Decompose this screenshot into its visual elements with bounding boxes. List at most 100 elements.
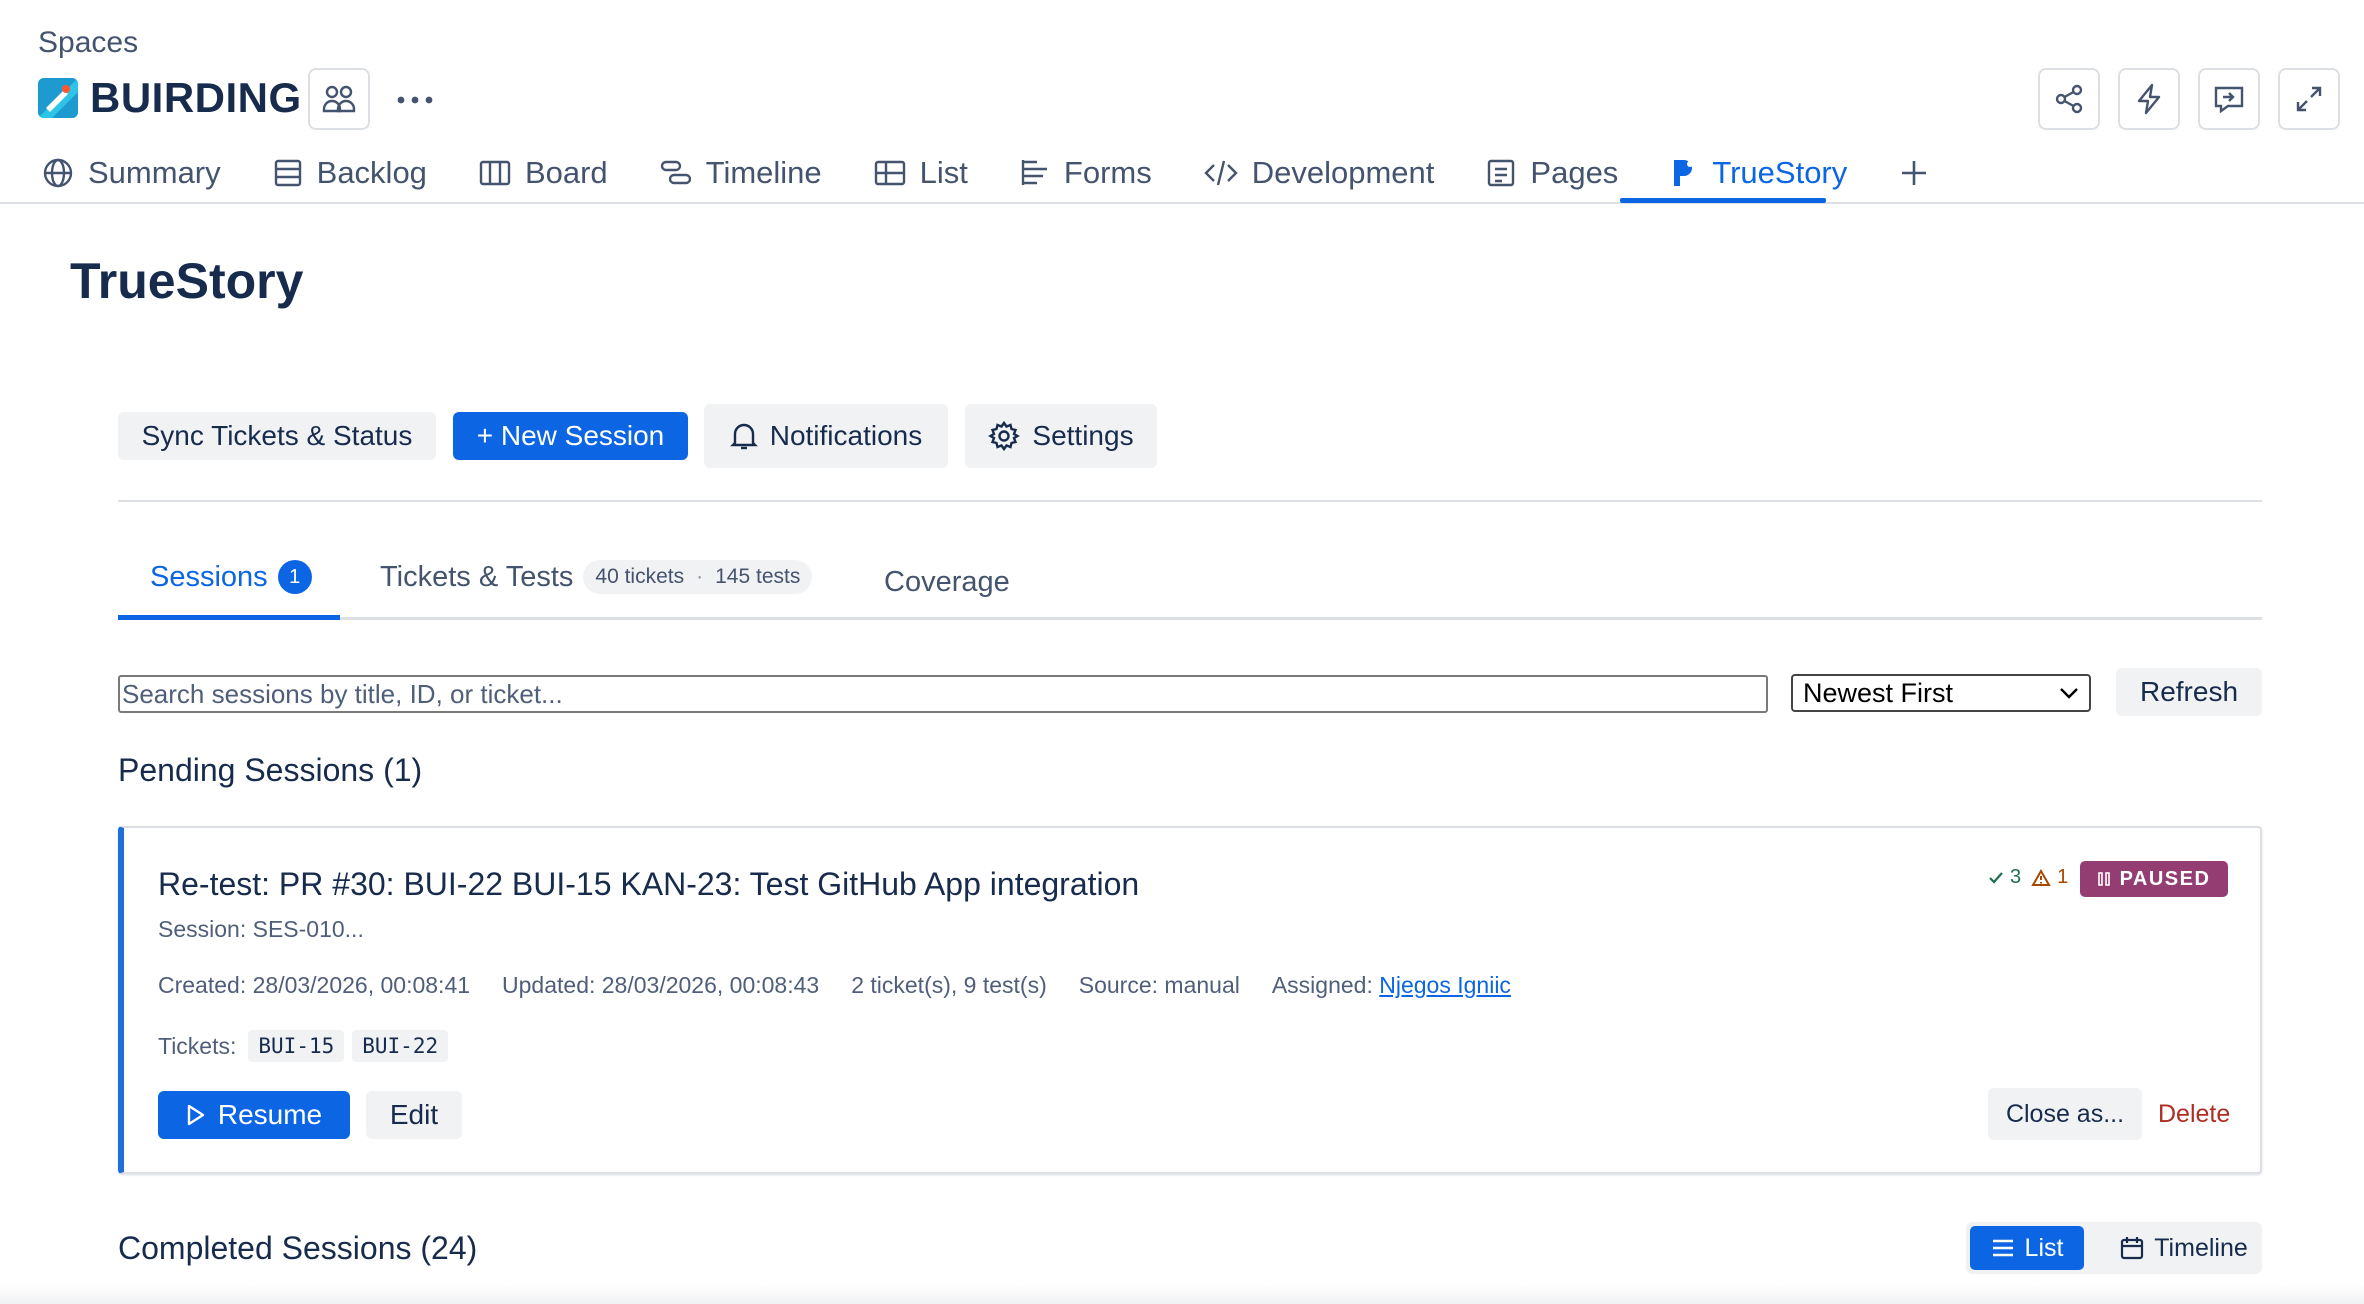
- team-button[interactable]: [308, 68, 370, 130]
- edit-button[interactable]: Edit: [366, 1091, 462, 1139]
- active-subtab-indicator: [118, 615, 340, 620]
- nav-tab-summary[interactable]: Summary: [38, 148, 225, 198]
- bell-icon: [729, 423, 758, 450]
- ticket-chip[interactable]: BUI-15: [248, 1030, 345, 1062]
- nav-tab-label: Pages: [1530, 155, 1619, 190]
- session-source: Source: manual: [1078, 972, 1240, 998]
- sessions-count-badge: 1: [277, 560, 312, 594]
- resume-button[interactable]: Resume: [158, 1091, 350, 1139]
- sync-tickets-button[interactable]: Sync Tickets & Status: [118, 412, 436, 460]
- session-meta: Created: 28/03/2026, 00:08:41 Updated: 2…: [158, 972, 1511, 999]
- expand-icon: [2296, 86, 2322, 112]
- nav-tab-label: Backlog: [316, 155, 427, 190]
- people-icon: [322, 85, 356, 113]
- passed-count: 3: [2010, 866, 2022, 888]
- check-icon: [1989, 871, 2003, 884]
- ticket-test-counts: 2 ticket(s), 9 test(s): [851, 972, 1047, 998]
- list-lines-icon: [1992, 1239, 2013, 1257]
- forms-icon: [1021, 160, 1047, 185]
- tab-coverage[interactable]: Coverage: [884, 566, 1010, 599]
- chevron-down-icon: [2060, 688, 2078, 699]
- play-icon: [187, 1104, 205, 1126]
- sort-selected-value: Newest First: [1803, 677, 1954, 708]
- nav-tab-label: Forms: [1063, 155, 1152, 190]
- completed-sessions-heading: Completed Sessions (24): [118, 1230, 478, 1266]
- feedback-icon: [2214, 86, 2244, 114]
- tab-sessions[interactable]: Sessions 1: [150, 560, 312, 594]
- project-name[interactable]: BUIRDING: [90, 74, 302, 122]
- toolbar-divider: [118, 500, 2262, 502]
- more-actions-button[interactable]: [392, 80, 438, 120]
- view-list-button[interactable]: List: [1970, 1226, 2084, 1270]
- nav-tab-backlog[interactable]: Backlog: [269, 148, 431, 198]
- nav-tab-pages[interactable]: Pages: [1482, 148, 1622, 198]
- view-timeline-label: Timeline: [2154, 1233, 2248, 1262]
- fullscreen-button[interactable]: [2278, 68, 2340, 130]
- search-input[interactable]: [118, 675, 1768, 713]
- new-session-button[interactable]: + New Session: [453, 412, 688, 460]
- nav-tab-development[interactable]: Development: [1200, 148, 1439, 198]
- session-stats: 3 1: [1988, 866, 2068, 889]
- nav-tab-label: Board: [524, 155, 608, 190]
- page-title: TrueStory: [70, 253, 304, 309]
- nav-tab-label: Development: [1251, 155, 1435, 190]
- session-title[interactable]: Re-test: PR #30: BUI-22 BUI-15 KAN-23: T…: [158, 866, 1139, 903]
- warning-count: 1: [2057, 866, 2069, 888]
- view-list-label: List: [2024, 1233, 2064, 1262]
- pending-sessions-heading: Pending Sessions (1): [118, 752, 423, 788]
- nav-tab-board[interactable]: Board: [475, 148, 612, 198]
- session-tickets: Tickets: BUI-15 BUI-22: [158, 1030, 449, 1062]
- tabs-divider: [118, 617, 2262, 620]
- nav-tab-label: List: [919, 155, 968, 190]
- tab-tickets-tests[interactable]: Tickets & Tests 40 tickets · 145 tests: [380, 560, 813, 594]
- more-icon: [397, 96, 433, 104]
- truestory-icon: [1674, 160, 1694, 186]
- gear-icon: [988, 420, 1021, 452]
- pages-icon: [1488, 159, 1515, 187]
- add-tab-button[interactable]: [1895, 148, 1933, 198]
- timeline-icon: [660, 160, 691, 185]
- calendar-icon: [2121, 1237, 2144, 1260]
- tickets-tests-badge: 40 tickets · 145 tests: [583, 560, 813, 594]
- delete-button[interactable]: Delete: [2158, 1100, 2230, 1129]
- tab-sessions-label: Sessions: [150, 560, 268, 593]
- status-badge: PAUSED: [2080, 861, 2228, 897]
- lightning-icon: [2137, 83, 2161, 115]
- refresh-button[interactable]: Refresh: [2116, 668, 2262, 716]
- globe-icon: [43, 158, 73, 188]
- warning-icon: [2031, 868, 2051, 886]
- close-as-button[interactable]: Close as...: [1988, 1088, 2142, 1140]
- notifications-button[interactable]: Notifications: [704, 404, 948, 468]
- tab-tickets-label: Tickets & Tests: [380, 560, 574, 593]
- settings-label: Settings: [1032, 420, 1134, 451]
- tickets-label: Tickets:: [158, 1032, 237, 1059]
- assignee-link[interactable]: Njegos Igniic: [1379, 972, 1511, 998]
- status-text: PAUSED: [2119, 867, 2211, 890]
- resume-label: Resume: [217, 1099, 323, 1130]
- notifications-label: Notifications: [769, 420, 923, 451]
- breadcrumb[interactable]: Spaces: [38, 26, 138, 60]
- scroll-fade: [0, 1284, 2364, 1304]
- nav-tab-list[interactable]: List: [870, 148, 972, 198]
- updated-date: Updated: 28/03/2026, 00:08:43: [502, 972, 820, 998]
- sort-select[interactable]: Newest First: [1791, 674, 2091, 712]
- code-icon: [1204, 160, 1238, 186]
- assigned-label: Assigned:: [1271, 972, 1373, 998]
- share-icon: [2055, 84, 2083, 114]
- assigned: Assigned: Njegos Igniic: [1272, 972, 1511, 999]
- feedback-button[interactable]: [2198, 68, 2260, 130]
- nav-tab-label: Timeline: [705, 155, 822, 190]
- session-id: Session: SES-010...: [158, 916, 364, 942]
- settings-button[interactable]: Settings: [965, 404, 1157, 468]
- automation-button[interactable]: [2118, 68, 2180, 130]
- nav-tab-truestory[interactable]: TrueStory: [1666, 148, 1851, 198]
- nav-tab-timeline[interactable]: Timeline: [656, 148, 826, 198]
- ticket-chip[interactable]: BUI-22: [352, 1030, 449, 1062]
- nav-tab-label: Summary: [88, 155, 221, 190]
- share-button[interactable]: [2038, 68, 2100, 130]
- nav-tab-forms[interactable]: Forms: [1016, 148, 1156, 198]
- view-timeline-button[interactable]: Timeline: [2110, 1226, 2258, 1270]
- created-date: Created: 28/03/2026, 00:08:41: [158, 972, 471, 998]
- plus-icon: [1902, 161, 1927, 185]
- nav-tab-label: TrueStory: [1712, 155, 1848, 190]
